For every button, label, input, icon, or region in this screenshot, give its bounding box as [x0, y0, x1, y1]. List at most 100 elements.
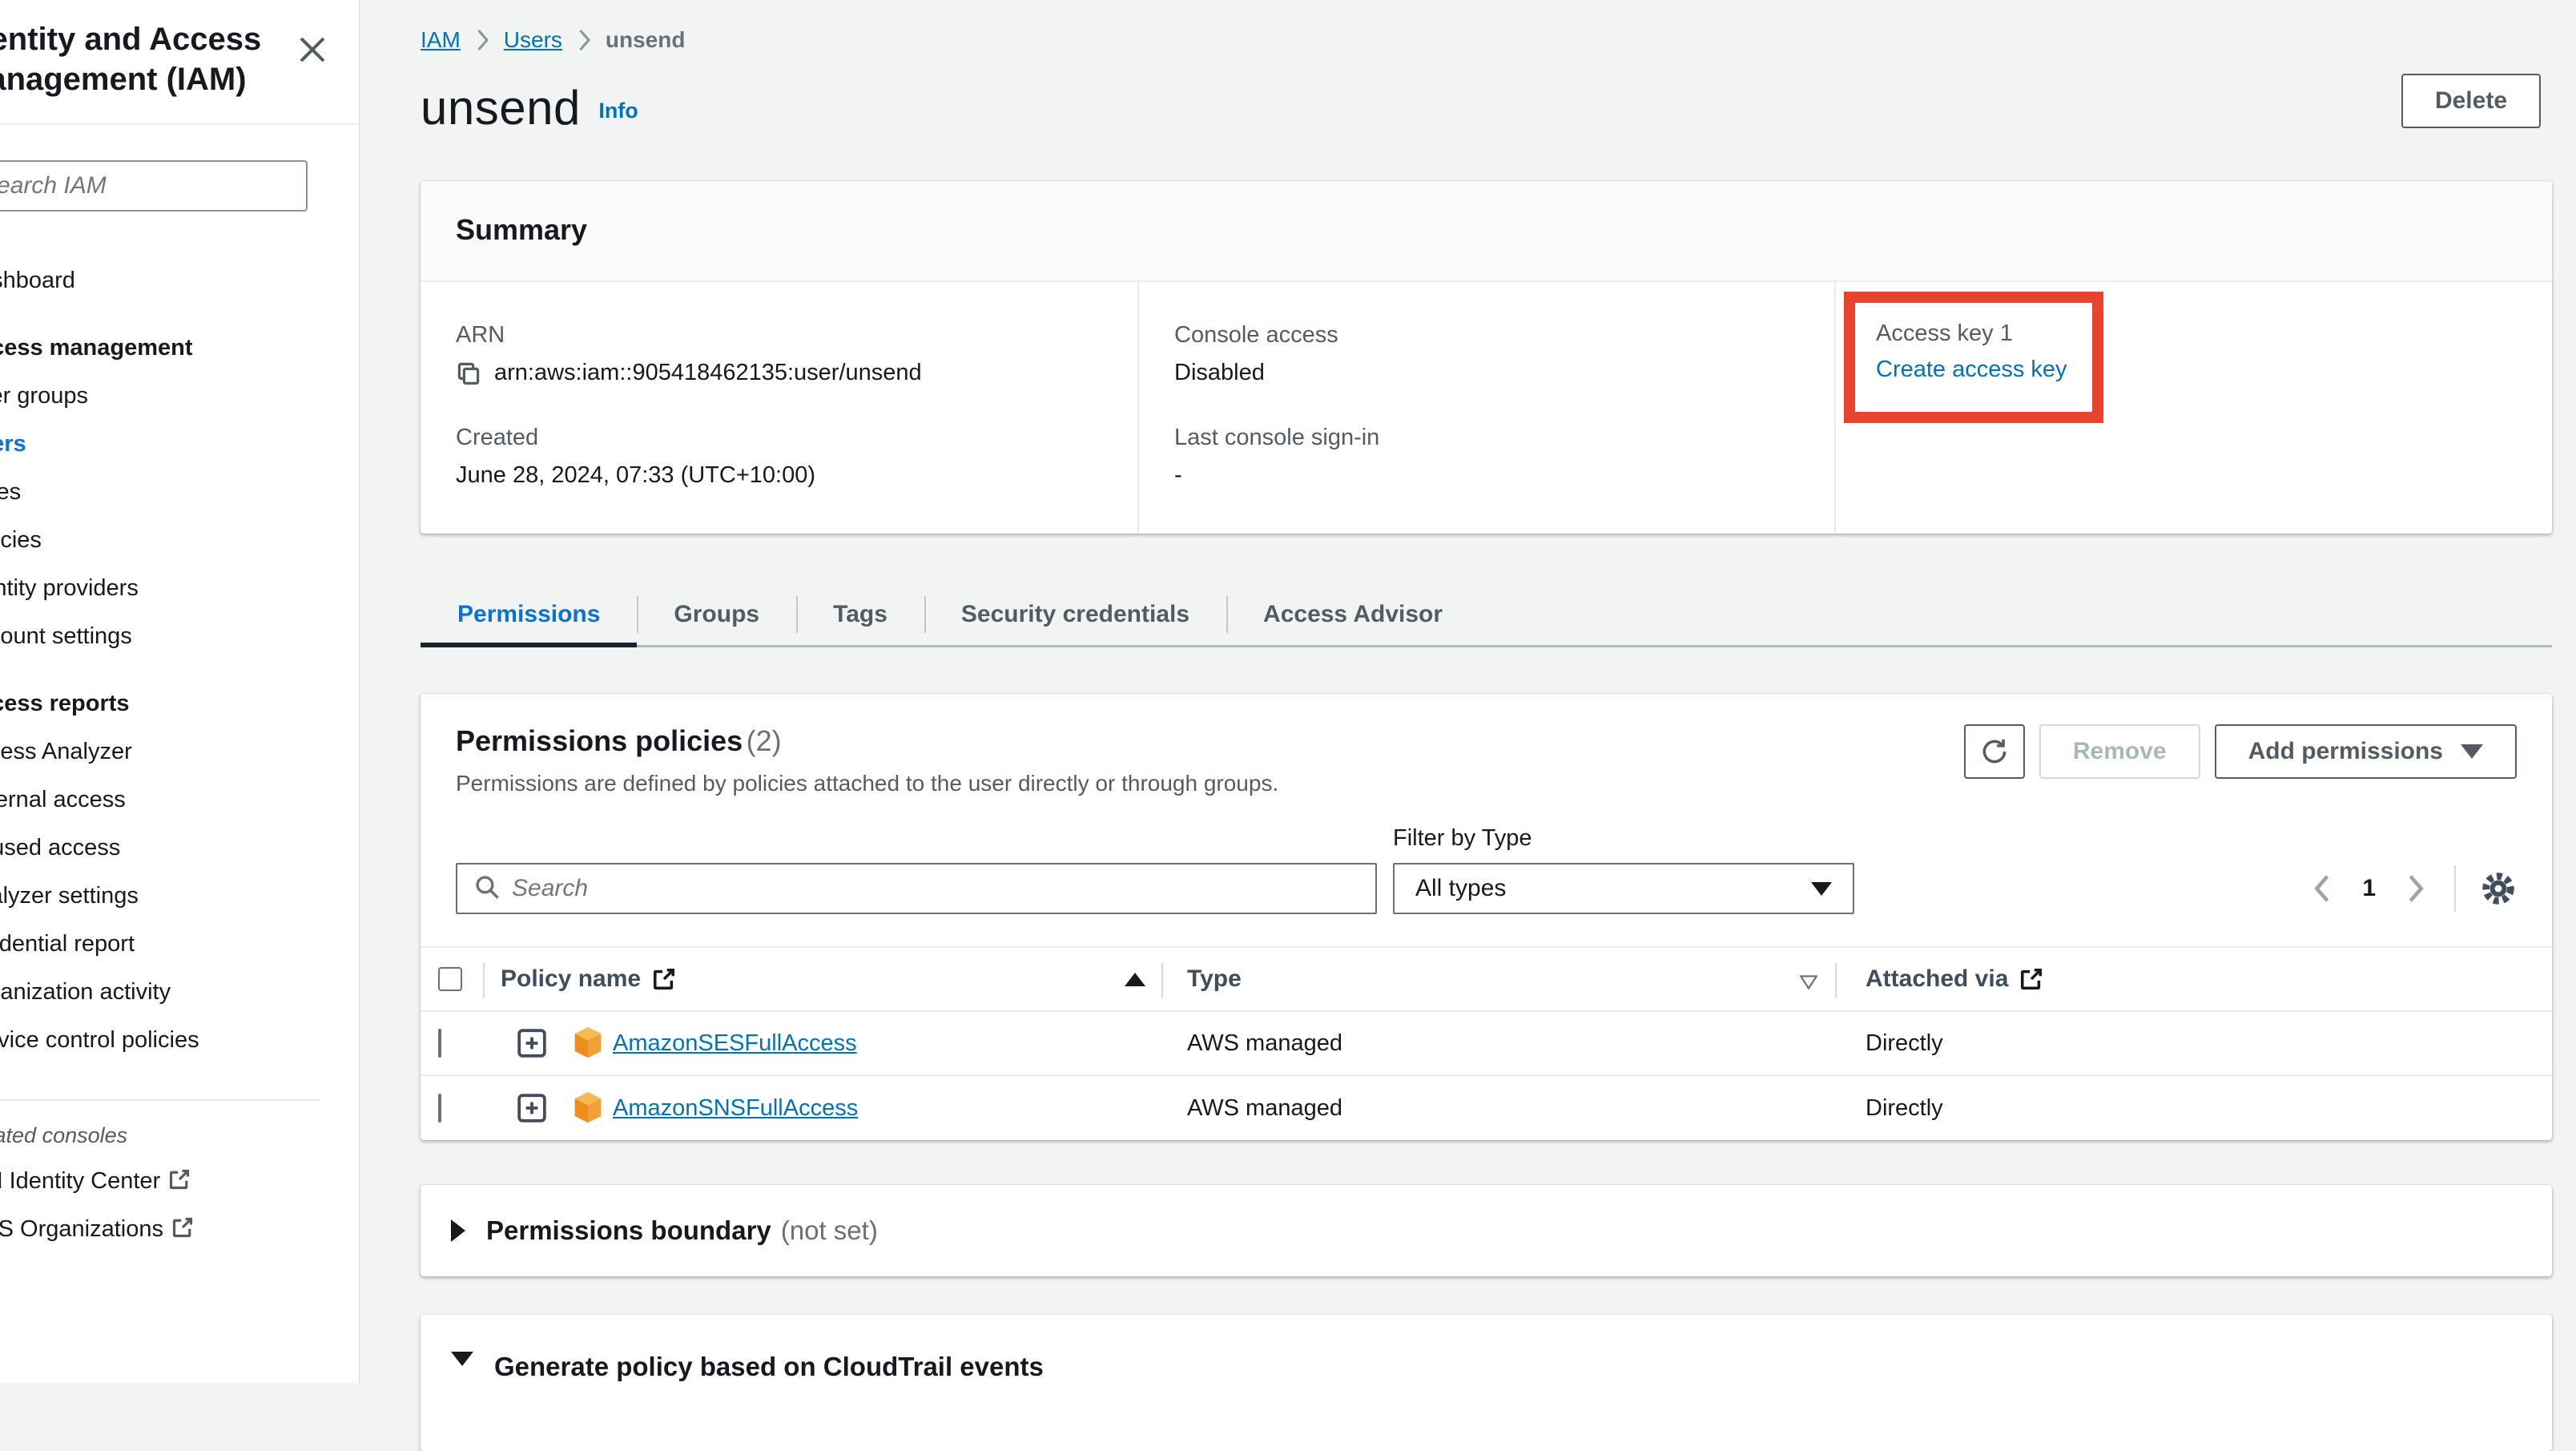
- breadcrumb-current: unsend: [606, 24, 686, 56]
- gear-icon[interactable]: [2480, 870, 2517, 907]
- sidebar-item-organization-activity[interactable]: Organization activity: [0, 968, 359, 1016]
- sidebar-item-credential-report[interactable]: Credential report: [0, 920, 359, 968]
- breadcrumb: IAM Users unsend: [421, 24, 2552, 56]
- managed-policy-icon: [573, 1027, 603, 1059]
- tab-tags[interactable]: Tags: [796, 586, 924, 645]
- header-type[interactable]: Type: [1163, 948, 1837, 1010]
- table-row: AmazonSNSFullAccess AWS managed Directly: [421, 1076, 2552, 1140]
- sidebar-item-dashboard[interactable]: Dashboard: [0, 256, 359, 304]
- row-checkbox[interactable]: [438, 1029, 441, 1058]
- policies-header: Permissions policies (2) Permissions are…: [421, 724, 2552, 796]
- permissions-boundary-note: (not set): [781, 1215, 878, 1246]
- sidebar-divider: [0, 123, 359, 125]
- tab-permissions[interactable]: Permissions: [421, 586, 637, 645]
- policies-title: Permissions policies: [456, 724, 743, 757]
- sidebar-item-analyzer-settings[interactable]: Analyzer settings: [0, 872, 359, 920]
- attached-via-value: Directly: [1837, 1030, 2552, 1057]
- policy-search-box: [456, 863, 1377, 914]
- sidebar-item-unused-access[interactable]: Unused access: [0, 824, 359, 872]
- add-permissions-label: Add permissions: [2248, 738, 2443, 765]
- sidebar-item-users[interactable]: Users: [0, 420, 359, 468]
- tab-access-advisor[interactable]: Access Advisor: [1226, 586, 1479, 645]
- select-all-checkbox[interactable]: [438, 967, 462, 991]
- sidebar-item-aws-organizations[interactable]: AWS Organizations: [0, 1205, 359, 1253]
- tab-groups[interactable]: Groups: [637, 586, 796, 645]
- iam-sidebar: Identity and Access Management (IAM) Das…: [0, 0, 360, 1383]
- created-label: Created: [456, 425, 1137, 451]
- external-link-icon: [2019, 967, 2043, 991]
- previous-page-icon[interactable]: [2311, 873, 2332, 904]
- sidebar-nav-list: Dashboard Access management User groups …: [0, 212, 359, 1253]
- remove-button[interactable]: Remove: [2039, 724, 2200, 779]
- next-page-icon[interactable]: [2406, 873, 2427, 904]
- chevron-right-icon: [577, 28, 591, 52]
- sort-ascending-icon[interactable]: [1125, 973, 1145, 986]
- main-panel: IAM Users unsend unsend Info Delete Summ…: [360, 0, 2576, 1383]
- search-icon: [473, 873, 501, 905]
- permissions-boundary-card[interactable]: Permissions boundary (not set): [421, 1185, 2552, 1276]
- chevron-down-icon: [1811, 882, 1832, 896]
- sidebar-title: Identity and Access Management (IAM): [0, 19, 306, 99]
- info-link[interactable]: Info: [598, 99, 638, 123]
- search-iam-input[interactable]: [0, 160, 308, 212]
- tab-security-credentials[interactable]: Security credentials: [924, 586, 1226, 645]
- sidebar-item-label: IAM Identity Center: [0, 1168, 160, 1194]
- expand-row-icon[interactable]: [517, 1028, 547, 1058]
- add-permissions-button[interactable]: Add permissions: [2215, 724, 2517, 779]
- sidebar-header: Identity and Access Management (IAM): [0, 0, 359, 99]
- close-icon[interactable]: [296, 34, 328, 66]
- policy-type-value: AWS managed: [1163, 1095, 1837, 1122]
- policies-table: Policy name Type Attached via: [421, 946, 2552, 1140]
- breadcrumb-users-link[interactable]: Users: [504, 24, 562, 56]
- sidebar-item-label: AWS Organizations: [0, 1216, 163, 1242]
- collapse-section-icon[interactable]: [451, 1352, 473, 1366]
- policy-name-header-label: Policy name: [501, 965, 641, 993]
- generate-policy-card[interactable]: Generate policy based on CloudTrail even…: [421, 1315, 2552, 1451]
- type-filter-select[interactable]: All types: [1393, 863, 1854, 914]
- sidebar-item-roles[interactable]: Roles: [0, 468, 359, 516]
- header-policy-name[interactable]: Policy name: [485, 948, 1163, 1010]
- expand-row-icon[interactable]: [517, 1093, 547, 1123]
- type-header-label: Type: [1187, 965, 1242, 993]
- summary-col-arn: ARN arn:aws:iam::905418462135:user/unsen…: [421, 282, 1137, 534]
- delete-button[interactable]: Delete: [2401, 74, 2541, 128]
- policy-link[interactable]: AmazonSNSFullAccess: [613, 1095, 858, 1122]
- summary-col-access-key: Access key 1 Create access key: [1834, 282, 2552, 534]
- refresh-button[interactable]: [1964, 724, 2025, 779]
- sidebar-item-identity-providers[interactable]: Identity providers: [0, 564, 359, 612]
- policy-search-input[interactable]: [512, 865, 1375, 913]
- header-select-cell: [421, 948, 485, 1010]
- summary-card: Summary ARN arn:aws:iam::905418462135:us…: [421, 181, 2552, 534]
- last-signin-label: Last console sign-in: [1174, 425, 1834, 451]
- sidebar-item-external-access[interactable]: External access: [0, 776, 359, 824]
- access-key-highlight-box: Access key 1 Create access key: [1844, 292, 2103, 423]
- external-link-icon: [652, 967, 676, 991]
- summary-header: Summary: [421, 181, 2552, 282]
- page-title: unsend: [421, 80, 581, 135]
- create-access-key-link[interactable]: Create access key: [1876, 357, 2067, 382]
- summary-body: ARN arn:aws:iam::905418462135:user/unsen…: [421, 282, 2552, 534]
- sidebar-item-access-analyzer[interactable]: Access Analyzer: [0, 728, 359, 776]
- header-attached-via[interactable]: Attached via: [1837, 948, 2552, 1010]
- copy-icon[interactable]: [456, 361, 481, 386]
- breadcrumb-iam-link[interactable]: IAM: [421, 24, 461, 56]
- chevron-down-icon: [2461, 744, 2483, 759]
- sidebar-item-service-control-policies[interactable]: Service control policies: [0, 1016, 359, 1064]
- external-link-icon: [168, 1159, 191, 1182]
- policies-count: (2): [747, 724, 782, 757]
- expand-section-icon[interactable]: [451, 1219, 465, 1242]
- sidebar-item-iam-identity-center[interactable]: IAM Identity Center: [0, 1157, 359, 1205]
- sidebar-item-account-settings[interactable]: Account settings: [0, 612, 359, 660]
- sidebar-group-related-consoles: Related consoles: [0, 1114, 359, 1157]
- table-row: AmazonSESFullAccess AWS managed Directly: [421, 1012, 2552, 1076]
- sidebar-item-user-groups[interactable]: User groups: [0, 372, 359, 420]
- chevron-right-icon: [475, 28, 489, 52]
- sidebar-item-policies[interactable]: Policies: [0, 516, 359, 564]
- attached-via-value: Directly: [1837, 1095, 2552, 1122]
- page-number[interactable]: 1: [2362, 875, 2376, 902]
- sort-inactive-icon[interactable]: [1798, 970, 1819, 988]
- row-checkbox[interactable]: [438, 1094, 441, 1123]
- page-header: unsend Info Delete: [421, 80, 2552, 144]
- policy-link[interactable]: AmazonSESFullAccess: [613, 1030, 857, 1057]
- sidebar-group-access-management: Access management: [0, 324, 359, 372]
